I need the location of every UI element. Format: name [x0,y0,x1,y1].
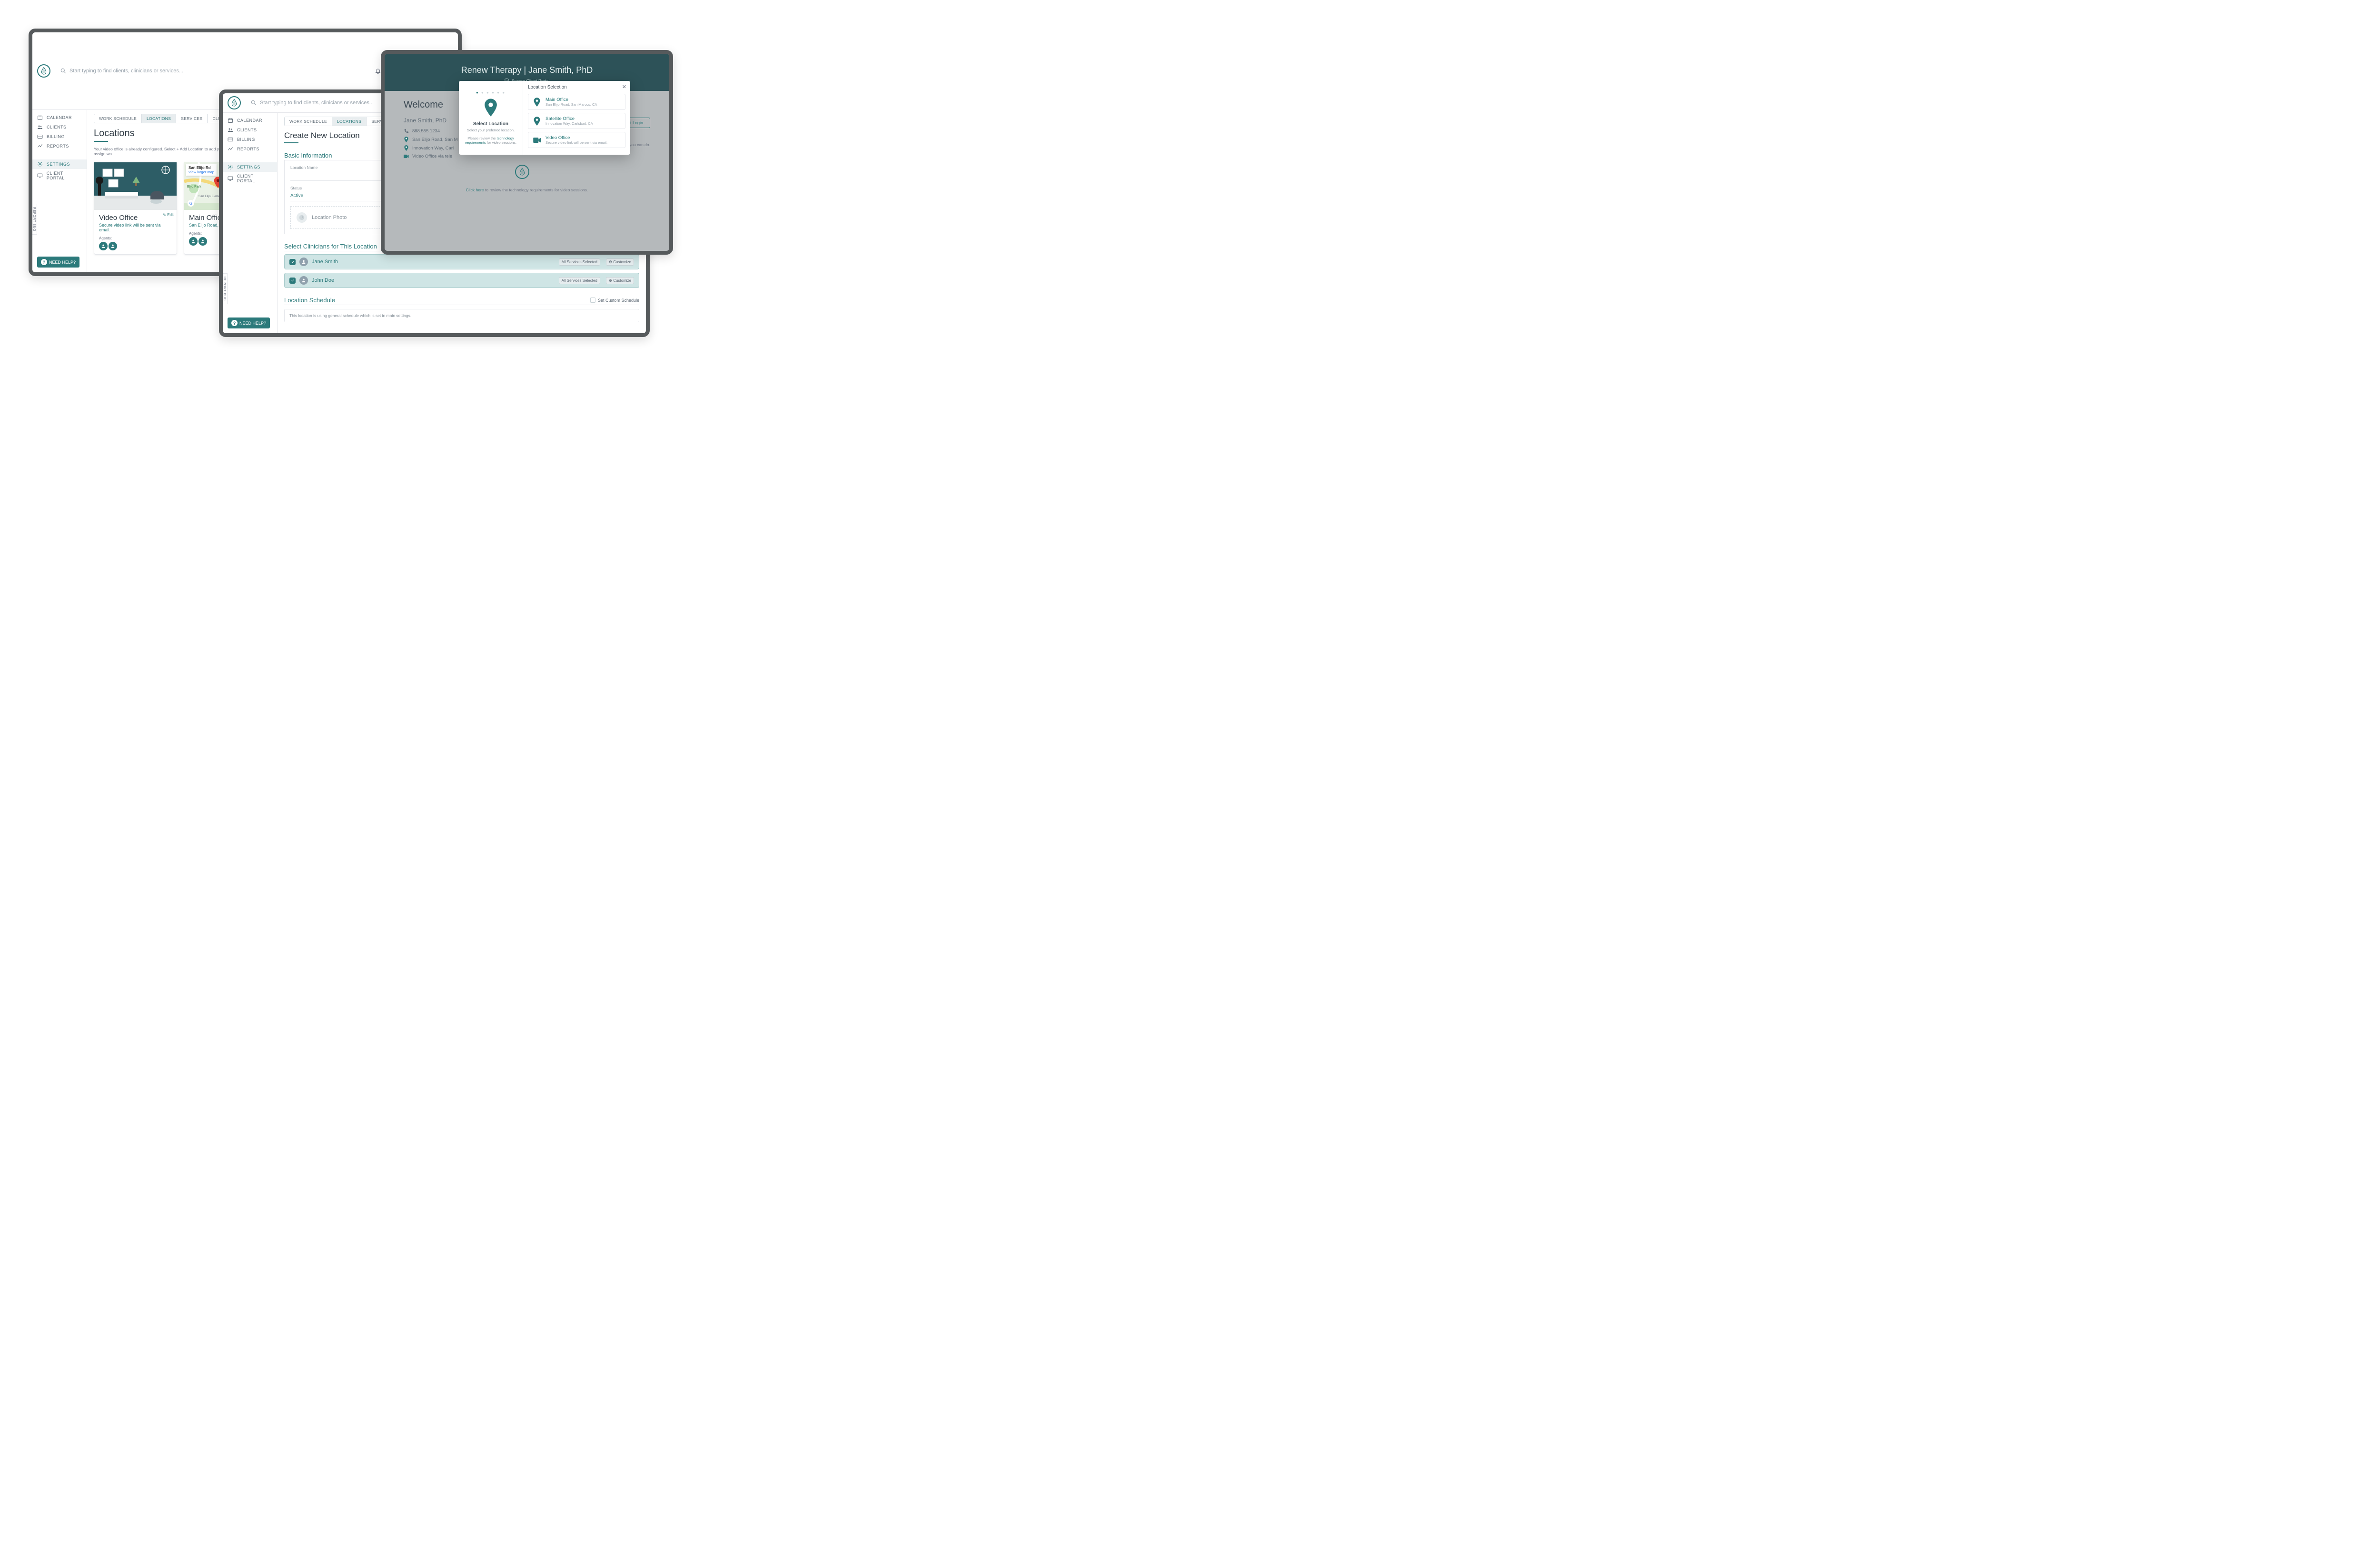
checkbox-checked-icon[interactable] [289,259,296,265]
sidebar: CALENDAR CLIENTS BILLING REPORTS SETTING… [32,110,87,272]
customize-button[interactable]: ⚙ Customize [606,277,634,284]
search-placeholder: Start typing to find clients, clinicians… [69,68,183,74]
clinician-name: John Doe [312,278,553,283]
location-card-video-office[interactable]: ✎ Edit Video Office Secure video link wi… [94,162,177,255]
location-selection-modal: ● ● ● ● ● ● Select Location Select your … [459,81,630,155]
map-bubble-title: San Elijo Rd [188,166,211,170]
phone-icon [404,129,409,134]
pin-icon [404,145,408,151]
map-label: Elijo Park [187,185,201,189]
card-subtitle: Secure video link will be sent via email… [99,223,172,232]
clinician-row[interactable]: John Doe All Services Selected ⚙ Customi… [284,273,639,288]
report-bug-tab[interactable]: REPORT BUG [222,273,228,304]
location-option-main-office[interactable]: Main OfficeSan Elijo Road, San Marcos, C… [528,94,625,110]
section-location-schedule: Location Schedule Set Custom Schedule [284,294,639,305]
card-title: Video Office [99,214,172,222]
all-services-badge: All Services Selected [559,258,600,266]
need-help-button[interactable]: ?NEED HELP? [37,257,79,268]
close-icon[interactable]: ✕ [622,84,626,90]
photo-placeholder-icon [297,212,307,223]
pin-icon [404,137,408,142]
app-logo-icon [37,64,50,78]
pin-icon [534,98,540,107]
pin-icon [534,117,540,126]
sidebar-item-billing[interactable]: BILLING [223,135,277,144]
view-larger-map-link[interactable]: View larger map [188,170,214,174]
tab-locations[interactable]: LOCATIONS [142,114,176,123]
step-dots: ● ● ● ● ● ● [463,90,519,95]
tech-requirements-line: Click here to review the technology requ… [404,188,650,192]
svg-text:G: G [189,201,192,206]
clinician-row[interactable]: Jane Smith All Services Selected ⚙ Custo… [284,254,639,269]
sidebar-item-calendar[interactable]: CALENDAR [223,116,277,125]
map-info-bubble[interactable]: San Elijo Rd View larger map [186,164,217,176]
card-thumb-illustration [94,162,177,210]
window-client-portal: Renew Therapy | Jane Smith, PhD Secure C… [381,50,673,255]
brand-logo [404,165,650,179]
checkbox-checked-icon[interactable] [289,278,296,284]
agent-avatar-icon[interactable] [189,237,198,246]
modal-content: Location Selection ✕ Main OfficeSan Elij… [523,81,630,155]
need-help-button[interactable]: ?NEED HELP? [228,318,270,328]
sidebar-item-billing[interactable]: BILLING [32,132,87,141]
modal-note: Please review the technology requirement… [463,136,519,145]
photo-label: Location Photo [312,215,347,220]
google-logo-icon: G [187,199,195,207]
customize-button[interactable]: ⚙ Customize [606,258,634,266]
option-name: Satellite Office [545,116,593,121]
option-name: Main Office [545,97,597,102]
app-logo-icon [228,96,241,109]
sidebar-item-settings[interactable]: SETTINGS [32,159,87,169]
portal-title: Renew Therapy | Jane Smith, PhD [385,65,669,75]
sidebar-item-calendar[interactable]: CALENDAR [32,113,87,122]
location-option-satellite-office[interactable]: Satellite OfficeInnovation Way, Carlsbad… [528,113,625,129]
sidebar-item-client-portal[interactable]: CLIENT PORTAL [223,172,277,185]
set-custom-schedule-checkbox[interactable]: Set Custom Schedule [590,298,639,303]
option-name: Video Office [545,135,607,140]
sidebar-item-reports[interactable]: REPORTS [223,144,277,154]
tab-work-schedule[interactable]: WORK SCHEDULE [94,114,142,123]
agent-avatar-icon[interactable] [99,242,108,250]
clinician-name: Jane Smith [312,259,553,265]
all-services-badge: All Services Selected [559,277,600,284]
agent-avatar-icon[interactable] [198,237,207,246]
sidebar-item-clients[interactable]: CLIENTS [223,125,277,135]
sidebar-item-reports[interactable]: REPORTS [32,141,87,151]
report-bug-tab[interactable]: REPORT BUG [31,204,37,235]
option-sub: Innovation Way, Carlsbad, CA [545,121,593,126]
modal-step-subtitle: Select your preferred location. [463,128,519,132]
tab-services[interactable]: SERVICES [176,114,208,123]
title-underline [284,142,298,143]
location-pin-icon [484,99,497,117]
sidebar-item-client-portal[interactable]: CLIENT PORTAL [32,169,87,182]
search-placeholder: Start typing to find clients, clinicians… [260,100,374,106]
video-icon [533,138,541,143]
agents-label: Agents: [99,236,172,240]
search-icon [250,99,257,106]
title-underline [94,141,108,142]
option-sub: San Elijo Road, San Marcos, CA [545,102,597,107]
help-icon: ? [41,259,47,265]
modal-step-title: Select Location [463,121,519,127]
sidebar-item-clients[interactable]: CLIENTS [32,122,87,132]
agent-avatar-icon[interactable] [109,242,117,250]
tech-link[interactable]: Click here [466,188,484,192]
sidebar: CALENDAR CLIENTS BILLING REPORTS SETTING… [223,113,278,333]
sidebar-item-settings[interactable]: SETTINGS [223,162,277,172]
help-icon: ? [231,320,238,326]
option-sub: Secure video link will be sent via email… [545,140,607,145]
clinician-avatar-icon [299,276,308,285]
tab-locations[interactable]: LOCATIONS [332,117,367,126]
edit-link[interactable]: ✎ Edit [163,213,174,217]
tab-work-schedule[interactable]: WORK SCHEDULE [285,117,332,126]
video-icon [404,154,409,159]
location-option-video-office[interactable]: Video OfficeSecure video link will be se… [528,132,625,148]
modal-title: Location Selection [528,85,625,90]
search-icon [60,68,67,74]
search-input[interactable]: Start typing to find clients, clinicians… [60,68,369,74]
modal-sidebar: ● ● ● ● ● ● Select Location Select your … [459,81,523,155]
schedule-note: This location is using general schedule … [284,309,639,322]
